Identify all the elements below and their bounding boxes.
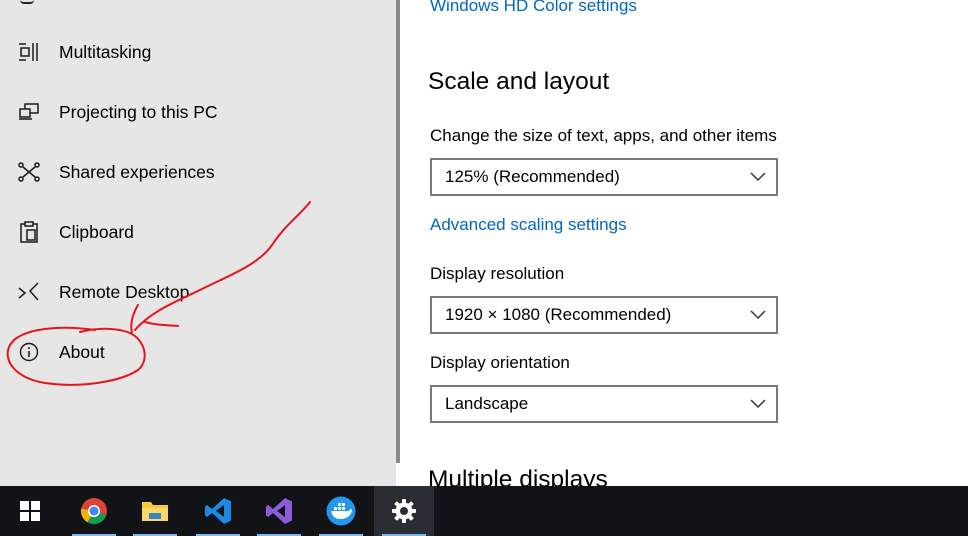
taskbar-visual-studio[interactable] <box>249 486 309 536</box>
chevron-down-icon <box>750 172 766 182</box>
file-explorer-icon <box>142 502 168 521</box>
clipboard-icon <box>18 221 40 243</box>
sidebar-item-projecting[interactable]: Projecting to this PC <box>0 82 396 142</box>
sidebar-item-multitasking[interactable]: Multitasking <box>0 22 396 82</box>
sidebar-item-label: Remote Desktop <box>59 281 190 302</box>
windows-start-icon <box>20 501 40 521</box>
visual-studio-icon <box>266 498 292 524</box>
sidebar-item-shared-experiences[interactable]: Shared experiences <box>0 142 396 202</box>
taskbar <box>0 486 968 536</box>
taskbar-file-explorer[interactable] <box>125 486 185 536</box>
docker-icon <box>326 496 356 526</box>
taskbar-docker[interactable] <box>311 486 371 536</box>
shared-experiences-icon <box>18 161 40 183</box>
sidebar-item-label: Clipboard <box>59 221 134 242</box>
resolution-dropdown[interactable]: 1920 × 1080 (Recommended) <box>430 296 778 334</box>
chevron-down-icon <box>750 310 766 320</box>
chrome-icon <box>80 498 107 525</box>
taskbar-vscode[interactable] <box>188 486 248 536</box>
info-icon <box>18 341 40 363</box>
resolution-label: Display resolution <box>430 264 565 283</box>
orientation-value: Landscape <box>445 394 529 413</box>
chevron-down-icon <box>750 399 766 409</box>
orientation-dropdown[interactable]: Landscape <box>430 385 778 423</box>
scale-section-title: Scale and layout <box>428 68 610 95</box>
display-settings-panel: Windows HD Color settings Scale and layo… <box>400 0 968 493</box>
partial-icon <box>20 0 34 4</box>
settings-gear-icon <box>392 499 416 523</box>
resolution-value: 1920 × 1080 (Recommended) <box>445 305 672 324</box>
sidebar-item-remote-desktop[interactable]: Remote Desktop <box>0 262 396 322</box>
advanced-scaling-link[interactable]: Advanced scaling settings <box>430 215 627 235</box>
projecting-icon <box>18 101 40 123</box>
scale-value: 125% (Recommended) <box>445 167 620 186</box>
remote-desktop-icon <box>18 281 40 303</box>
sidebar-item-label: About <box>59 341 105 362</box>
sidebar-item-label: Multitasking <box>59 41 152 62</box>
multitasking-icon <box>18 41 40 63</box>
sidebar-item-label: Projecting to this PC <box>59 101 218 122</box>
sidebar-item-label: Shared experiences <box>59 161 215 182</box>
sidebar-item-about[interactable]: About <box>0 322 396 382</box>
scale-label: Change the size of text, apps, and other… <box>430 126 777 145</box>
hd-color-settings-link[interactable]: Windows HD Color settings <box>430 0 637 16</box>
start-button[interactable] <box>0 486 60 536</box>
taskbar-settings[interactable] <box>374 486 434 536</box>
settings-sidebar: Multitasking Projecting to this PC Share… <box>0 0 396 486</box>
taskbar-chrome[interactable] <box>64 486 124 536</box>
vscode-icon <box>205 498 231 524</box>
sidebar-item-clipboard[interactable]: Clipboard <box>0 202 396 262</box>
scale-dropdown[interactable]: 125% (Recommended) <box>430 158 778 196</box>
orientation-label: Display orientation <box>430 353 570 372</box>
